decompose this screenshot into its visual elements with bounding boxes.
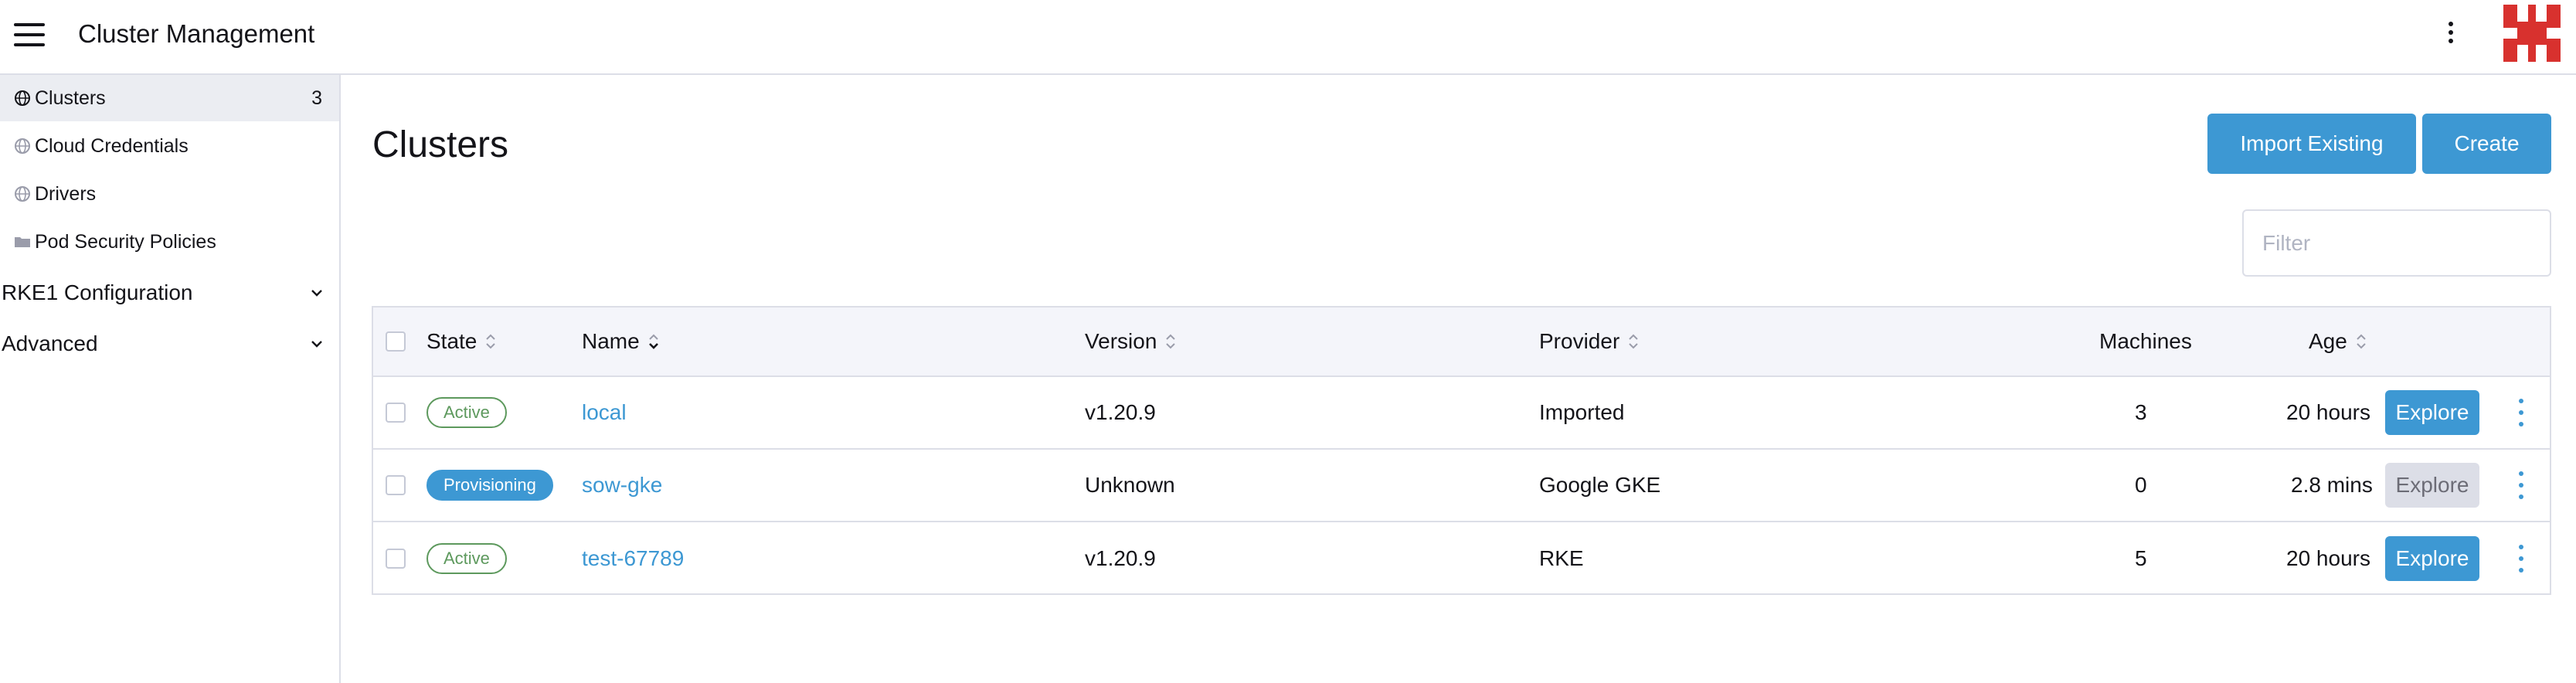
chevron-down-icon [311, 290, 322, 297]
app-title: Cluster Management [78, 19, 315, 48]
column-header-state[interactable]: State [427, 308, 497, 375]
row-actions-kebab-icon[interactable] [2513, 399, 2529, 426]
sidebar: Clusters 3 Cloud Credentials Drivers Pod… [0, 75, 341, 683]
version-cell: v1.20.9 [1085, 400, 1156, 424]
row-checkbox[interactable] [386, 549, 406, 569]
status-badge: Active [427, 397, 507, 428]
cluster-name-link[interactable]: local [582, 400, 627, 425]
age-cell: 2.8 mins [2291, 473, 2373, 497]
import-existing-button[interactable]: Import Existing [2207, 114, 2416, 174]
explore-cell: Explore [2385, 522, 2479, 595]
cluster-name-link[interactable]: test-67789 [582, 546, 684, 571]
status-badge: Provisioning [427, 470, 553, 501]
row-actions-cell [2513, 377, 2529, 448]
column-header-provider[interactable]: Provider [1539, 308, 1640, 375]
select-all-checkbox[interactable] [386, 331, 406, 352]
version-cell: Unknown [1085, 473, 1175, 497]
create-button[interactable]: Create [2422, 114, 2551, 174]
select-all-cell [386, 308, 406, 375]
clusters-table: State Name Version Provider Machines Age… [372, 306, 2551, 595]
provider-cell: Google GKE [1539, 473, 1661, 497]
machines-cell: 0 [2135, 473, 2147, 497]
sidebar-item-label: Clusters [35, 87, 106, 109]
state-cell: Active [427, 522, 507, 595]
explore-cell: Explore [2385, 377, 2479, 448]
hamburger-icon[interactable] [14, 23, 45, 46]
state-cell: Active [427, 377, 507, 448]
globe-icon [15, 90, 30, 106]
table-row: Active local v1.20.9 Imported 3 20 hours… [373, 377, 2550, 450]
status-badge: Active [427, 543, 507, 574]
age-cell: 20 hours [2286, 546, 2370, 570]
column-header-machines: Machines [2099, 308, 2192, 375]
version-cell: v1.20.9 [1085, 546, 1156, 570]
rancher-logo[interactable] [2503, 5, 2561, 62]
provider-cell: Imported [1539, 400, 1625, 424]
top-header: Cluster Management [0, 0, 2576, 75]
row-actions-cell [2513, 450, 2529, 521]
sidebar-group-rke1-configuration[interactable]: RKE1 Configuration [0, 270, 339, 316]
sort-down-icon [648, 334, 658, 349]
row-actions-kebab-icon[interactable] [2513, 471, 2529, 499]
explore-cell: Explore [2385, 450, 2479, 521]
sidebar-item-drivers[interactable]: Drivers [0, 171, 339, 217]
sort-icon [1629, 334, 1638, 349]
filter-input[interactable] [2242, 209, 2551, 277]
kebab-icon[interactable] [2442, 17, 2460, 48]
sort-icon [2357, 334, 2366, 349]
row-actions-cell [2513, 522, 2529, 595]
column-label: Version [1085, 329, 1157, 353]
column-label: Machines [2099, 329, 2192, 353]
chevron-down-icon [311, 341, 322, 348]
age-cell: 20 hours [2286, 400, 2370, 424]
state-cell: Provisioning [427, 450, 553, 521]
name-cell: local [582, 377, 627, 448]
sidebar-item-pod-security-policies[interactable]: Pod Security Policies [0, 219, 339, 265]
row-select-cell [386, 522, 406, 595]
sort-icon [1166, 334, 1176, 349]
page-title: Clusters [372, 124, 509, 165]
cluster-name-link[interactable]: sow-gke [582, 473, 662, 498]
machines-cell: 3 [2135, 400, 2147, 424]
column-header-name[interactable]: Name [582, 308, 660, 375]
folder-icon [15, 237, 30, 247]
row-actions-kebab-icon[interactable] [2513, 545, 2529, 573]
sidebar-item-label: Pod Security Policies [35, 230, 216, 253]
column-label: State [427, 329, 477, 353]
machines-cell: 5 [2135, 546, 2147, 570]
column-label: Provider [1539, 329, 1620, 353]
sidebar-group-advanced[interactable]: Advanced [0, 321, 339, 367]
row-checkbox[interactable] [386, 403, 406, 423]
column-header-version[interactable]: Version [1085, 308, 1177, 375]
column-header-age[interactable]: Age [2309, 308, 2367, 375]
sidebar-group-label: Advanced [2, 331, 98, 355]
column-label: Name [582, 329, 640, 353]
sort-icon [486, 334, 496, 349]
sidebar-item-clusters[interactable]: Clusters 3 [0, 75, 339, 121]
table-row: Active test-67789 v1.20.9 RKE 5 20 hours… [373, 522, 2550, 595]
table-row: Provisioning sow-gke Unknown Google GKE … [373, 450, 2550, 522]
sidebar-group-label: RKE1 Configuration [2, 280, 193, 304]
provider-cell: RKE [1539, 546, 1584, 570]
sidebar-item-count: 3 [311, 87, 322, 109]
globe-icon [15, 186, 30, 202]
row-select-cell [386, 377, 406, 448]
name-cell: sow-gke [582, 450, 662, 521]
globe-icon [15, 138, 30, 154]
table-header: State Name Version Provider Machines Age [373, 308, 2550, 377]
row-select-cell [386, 450, 406, 521]
name-cell: test-67789 [582, 522, 684, 595]
sidebar-item-cloud-credentials[interactable]: Cloud Credentials [0, 123, 339, 169]
explore-button[interactable]: Explore [2385, 390, 2479, 435]
explore-button: Explore [2385, 463, 2479, 508]
column-label: Age [2309, 329, 2347, 353]
sidebar-item-label: Cloud Credentials [35, 134, 189, 157]
sidebar-item-label: Drivers [35, 182, 97, 205]
row-checkbox[interactable] [386, 475, 406, 495]
explore-button[interactable]: Explore [2385, 536, 2479, 581]
